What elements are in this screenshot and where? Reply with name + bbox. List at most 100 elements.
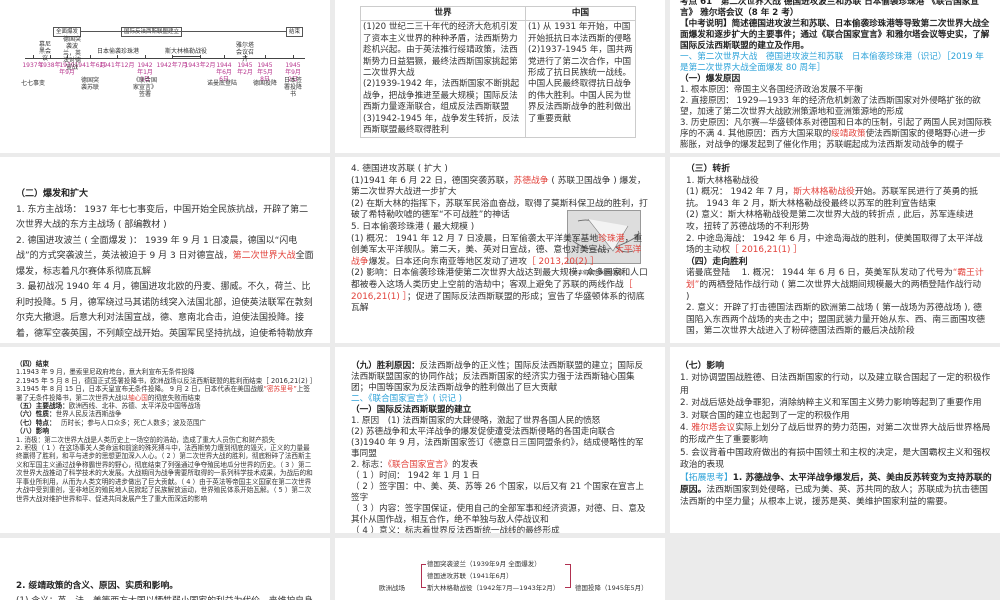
timeline-date: 1941年12月 [99, 62, 135, 69]
highlight-text: 第二次世界大战 [232, 251, 296, 261]
timeline-event: 德国突袭苏联 [80, 77, 99, 91]
body-text: 欧洲西线、北非、苏德、太平洋及中国等战场 [68, 402, 201, 411]
world-china-table: 世界 中国 (1)20 世纪二三十年代的经济大危机引发了资本主义世界的种种矛盾，法… [360, 5, 636, 139]
tick [265, 55, 266, 59]
cell-line: (3)1942-1945 年，战争发生转折，反法西斯联盟最终取得胜利 [363, 113, 520, 136]
slide-end-impact[interactable]: （四）结束 1.1943 年 9 月，墨索里尼政府垮台，意大利宣布无条件投降 2.1… [0, 347, 330, 533]
text-line: （二）爆发和扩大 [16, 187, 316, 203]
slide-text: （九）胜利原因：反法西斯战争的正义性；国际反法西斯联盟的建立；国际反法西斯联盟国… [351, 361, 651, 533]
cell-line: (1) 从 1931 年开始，中国开始抵抗日本法西斯的侵略 [528, 22, 632, 44]
text-line: (1) 含义：英、法、美等西方大国以牺牲弱小国家的利益为代价，来维护自身的利 [16, 594, 321, 600]
slide-timeline[interactable]: 全面爆发 国际反法西斯联盟建立 结束 1937年 1938年 1939年9月 1… [0, 0, 330, 153]
text-line: 4. 德国进攻苏联 ( 扩大 ) [351, 164, 649, 176]
tick [117, 55, 118, 59]
text-line: （一）国际反法西斯联盟的建立 [351, 405, 651, 416]
bold-text: （二）爆发和扩大 [16, 189, 89, 199]
body-text: 4. [680, 423, 692, 434]
timeline-event: 德国投降 [252, 80, 278, 87]
text-line: 一、第二次世界大战 德国进攻波兰和苏联 日本偷袭珍珠港（识记）［2019 年是第… [680, 52, 992, 74]
slide-text: （七）影响 1. 对协调盟国战胜德、日法西斯国家的行动，以及建立联合国起了一定的积… [680, 360, 994, 509]
body-text: (2) 苏德战争和太平洋战争的爆发促使遭受法西斯侵略的各国走向联合 [351, 427, 616, 437]
diagram-left-label: 欧洲战场 [379, 584, 405, 592]
text-line: 二、《联合国家宣言》( 识记 ) [351, 394, 651, 405]
text-line: 考点 61 第二次世界大战 德国进攻波兰和苏联 日本偷袭珍珠港 《联合国家宣言》… [680, 0, 992, 19]
bold-text: （一）爆发原因 [680, 74, 741, 84]
body-text: 3.1945 年 8 月 15 日，日本天皇宣布无条件投降。 9 月 2 日，日… [16, 385, 264, 394]
slide-turning-point[interactable]: （三）转折 1. 斯大林格勒战役 (1) 概况： 1942 年 7 月，斯大林格勒战… [670, 157, 1000, 343]
text-line: (2) 苏德战争和太平洋战争的爆发促使遭受法西斯侵略的各国走向联合 [351, 427, 651, 438]
text-line: 3. 历史原因：凡尔赛—华盛顿体系对德国和日本的压制，引起了两国人民对国际秩序的… [680, 118, 992, 151]
text-line: 诺曼底登陆 1. 概况： 1944 年 6 月 6 日，英美军队发动了代号为“霸… [686, 268, 986, 303]
highlight-text: 轴心国 [128, 393, 148, 402]
slide-outbreak-expansion[interactable]: （二）爆发和扩大 1. 东方主战场： 1937 年七七事变后，中国开始全民族抗战，… [0, 157, 330, 343]
text-line: 5. 日本偷袭珍珠港 ( 最大规模 ) [351, 222, 649, 234]
body-text: （ 4 ）意义：标志着世界反法西斯统一战线的最终形成 [351, 526, 560, 533]
cell-line: (2)1937-1945 年，国共两党进行了第二次合作，中国形成了抗日民族统一战… [528, 45, 633, 124]
tick [200, 55, 201, 59]
timeline-event: 七七事变 [20, 80, 46, 87]
text-line: （七）特点： 历时长；参与人口众多；死亡人数多；波及范围广 [16, 419, 316, 427]
tick [293, 55, 294, 59]
text-line: （九）胜利原因：反法西斯战争的正义性；国际反法西斯联盟的建立；国际反法西斯联盟国… [351, 361, 651, 394]
body-text: 1. 消极：第二次世界大战是人类历史上一场空前的浩劫，造成了重大人员伤亡和财产损… [16, 435, 275, 444]
text-line: 2. 积极（ 1 ）在这场事关人类命运和前途的殊死搏斗中，法西斯势力遭到彻底的毁… [16, 444, 316, 503]
text-line: 1. 原因 (1) 法西斯国家的大肆侵略，激起了世界各国人民的愤怒 [351, 416, 651, 427]
text-line: 1. 根本原因：帝国主义各国经济政治发展不平衡 [680, 85, 992, 96]
slide-text: （二）爆发和扩大 1. 东方主战场： 1937 年七七事变后，中国开始全民族抗战，… [16, 187, 316, 343]
text-line: （三）转折 [686, 164, 986, 176]
slide-victory-declaration[interactable]: （九）胜利原因：反法西斯战争的正义性；国际反法西斯联盟的建立；国际反法西斯联盟国… [335, 347, 665, 533]
slide-appeasement[interactable]: 2. 绥靖政策的含义、原因、实质和影响。 (1) 含义：英、法、美等西方大国以牺牲… [0, 538, 330, 600]
diagram-node: 斯大林格勒战役（1942年7月—1943年2月） [427, 584, 560, 592]
body-text: 1. 斯大林格勒战役 [686, 175, 759, 186]
text-line: （六）性质：世界人民反法西斯战争 [16, 410, 316, 418]
body-text: (1) 概况： 1942 年 7 月， [686, 187, 794, 198]
timeline-event: 斯大林格勒战役 [164, 48, 208, 55]
slide-diagram[interactable]: 德国突袭波兰（1939年9月 全面爆发） 德国进攻苏联（1941年6月） 斯大林… [335, 538, 665, 600]
stalingrad-range-arrow [172, 56, 200, 57]
bold-text: （三）转折 [686, 164, 730, 174]
body-text: 世界人民反法西斯战争 [55, 410, 122, 419]
body-text: 5. 日本偷袭珍珠港 ( 最大规模 ) [351, 221, 475, 232]
text-line: 2. 中途岛海战： 1942 年 6 月，中途岛海战的胜利，使美国取得了太平洋战… [686, 234, 986, 257]
slide-yalta-impact[interactable]: （七）影响 1. 对协调盟国战胜德、日法西斯国家的行动，以及建立联合国起了一定的积… [670, 347, 1000, 533]
text-line: （四）走向胜利 [686, 257, 986, 269]
cell-line: (2)1939-1942 年，法西斯国家不断挑起战争，把战争推进至最大规模；国际… [363, 79, 520, 113]
slide-text: （四）结束 1.1943 年 9 月，墨索里尼政府垮台，意大利宣布无条件投降 2.1… [16, 360, 316, 503]
text-line: 3. 最初战况 1940 年 4 月，德国进攻北欧的丹麦、挪威。不久，荷兰、比利… [16, 280, 316, 343]
highlight-text: 《联合国家宣言》 [387, 460, 453, 470]
text-line: (1)1941 年 6 月 22 日，德国突袭苏联，苏德战争 ( 苏联卫国战争 … [351, 176, 649, 199]
tick [90, 55, 91, 59]
slide-comparison-table[interactable]: 世界 中国 (1)20 世纪二三十年代的经济大危机引发了资本主义世界的种种矛盾，法… [335, 0, 665, 153]
text-line: （ 3 ）内容：签字国保证，使用自己的全部军事和经济资源，对德、日、意及其仆从国… [351, 504, 651, 526]
highlight-text: 绥靖政策 [831, 129, 866, 139]
text-line: 3. 对联合国的建立也起到了一定的积极作用 [680, 410, 994, 422]
table-cell-world: (1)20 世纪二三十年代的经济大危机引发了资本主义世界的种种矛盾，法西斯势力趁… [360, 20, 526, 139]
diagram-bracket [421, 564, 426, 588]
slide-soviet-pearl-harbor[interactable]: 日本偷袭珍珠港示意图 4. 德国进攻苏联 ( 扩大 ) (1)1941 年 6 月… [335, 157, 665, 343]
body-text: 1. 根本原因：帝国主义各国经济政治发展不平衡 [680, 85, 863, 95]
highlight-text: 苏德战争 [513, 175, 549, 186]
body-text: （ 2 ）签字国：中、美、英、苏等 26 个国家，以后又有 21 个国家在宣言上… [351, 482, 644, 503]
highlight-text: “密苏里号” [263, 385, 297, 394]
text-line: 1. 消极：第二次世界大战是人类历史上一场空前的浩劫，造成了重大人员伤亡和财产损… [16, 436, 316, 444]
body-text: （ 1 ）时间： 1942 年 1 月 1 日 [351, 471, 480, 481]
slide-text: 4. 德国进攻苏联 ( 扩大 ) (1)1941 年 6 月 22 日，德国突袭苏… [351, 164, 649, 315]
text-line: 1. 对协调盟国战胜德、日法西斯国家的行动，以及建立联合国起了一定的积极作用 [680, 372, 994, 397]
diagram-bracket [565, 564, 571, 588]
slide-outbreak-causes[interactable]: 考点 61 第二次世界大战 德国进攻波兰和苏联 日本偷袭珍珠港 《联合国家宣言》… [670, 0, 1000, 153]
text-line: 4. 雅尔塔会议实际上划分了战后世界的势力范围，对第二次世界大战后世界格局的形成… [680, 422, 994, 447]
bold-text: （四）结束 [16, 360, 49, 368]
body-text: 2. 对战后惩处战争罪犯，消除纳粹主义和军国主义势力影响等起到了重要作用 [680, 398, 982, 409]
bold-text: （五）主要战场： [16, 402, 69, 411]
body-text: 2. 标志： [351, 460, 388, 470]
body-text: 1. 东方主战场： 1937 年七七事变后，中国开始全民族抗战，开辟了第二次世界… [16, 204, 309, 231]
text-line: 【拓展思考】1. 苏德战争、太平洋战争爆发后，英、美由反苏转变为支持苏联的原因。… [680, 472, 994, 509]
body-text: 2. 意义：开辟了打击德国法西斯的欧洲第二战场 ( 第一战场为苏德战场 ), 德… [686, 303, 986, 337]
text-line: (2) 在斯大林的指挥下，苏联军民浴血奋战，取得了莫斯科保卫战的胜利，打破了希特… [351, 199, 649, 222]
highlight-text: 雅尔塔会议 [691, 423, 736, 434]
body-text: 的两栖登陆作战行动 ( 第二次世界大战期间规模最大的两栖登陆作战行动 ) [686, 279, 982, 302]
body-text: (2) 在斯大林的指挥下，苏联军民浴血奋战，取得了莫斯科保卫战的胜利，打破了希特… [351, 198, 648, 221]
tick [145, 55, 146, 59]
bold-text: （八）影响 [16, 427, 49, 436]
text-line: （ 1 ）时间： 1942 年 1 月 1 日 [351, 471, 651, 482]
